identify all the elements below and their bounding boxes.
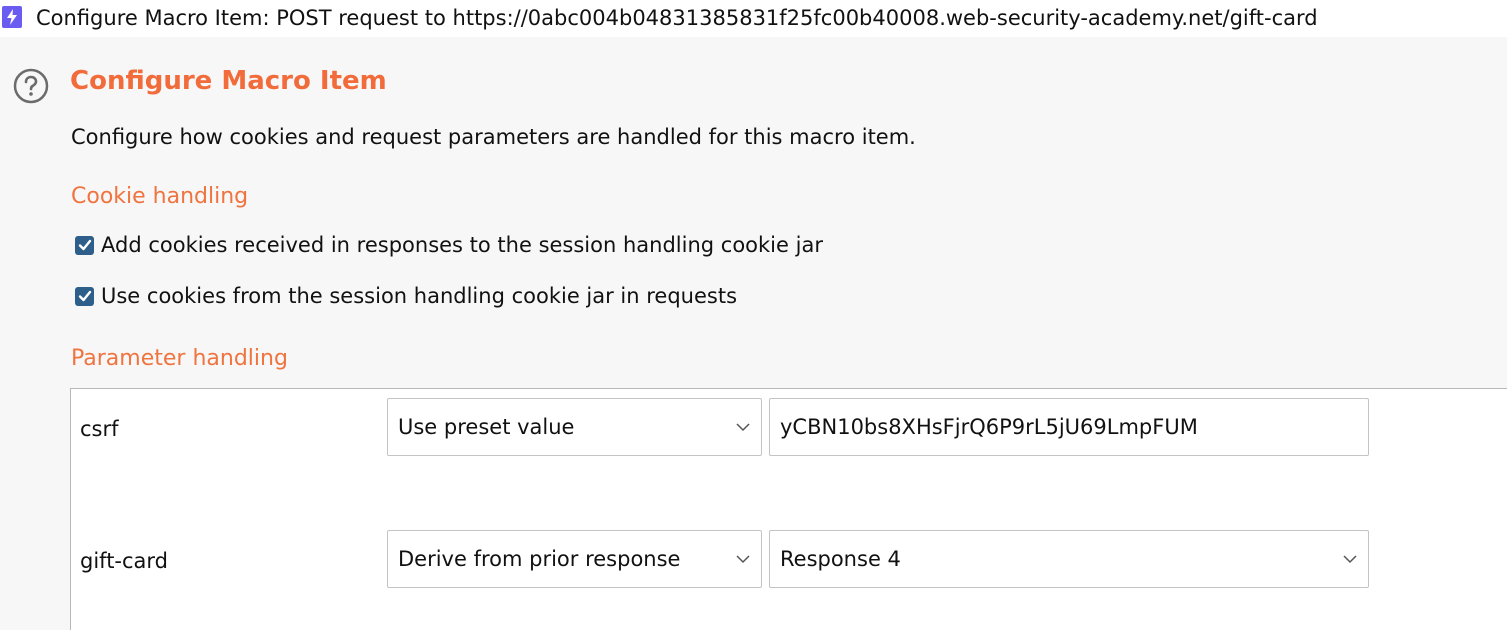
help-icon[interactable] [13, 68, 49, 104]
page-title: Configure Macro Item [70, 66, 387, 96]
checkmark-icon [78, 239, 91, 251]
chevron-down-icon [1343, 555, 1357, 564]
window-titlebar: Configure Macro Item: POST request to ht… [0, 0, 1507, 37]
gift-card-mode-select[interactable]: Derive from prior response [387, 530, 762, 588]
parameter-handling-title: Parameter handling [71, 346, 288, 371]
add-cookies-option[interactable]: Add cookies received in responses to the… [75, 230, 823, 260]
chevron-down-icon [736, 423, 750, 432]
use-cookies-option[interactable]: Use cookies from the session handling co… [75, 281, 737, 311]
gift-card-mode-value: Derive from prior response [398, 547, 681, 571]
cookie-handling-title: Cookie handling [71, 184, 249, 209]
window-title: Configure Macro Item: POST request to ht… [36, 6, 1318, 30]
checkmark-icon [78, 290, 91, 302]
csrf-mode-select[interactable]: Use preset value [387, 398, 762, 456]
csrf-value-input[interactable] [769, 398, 1369, 456]
gift-card-response-select[interactable]: Response 4 [769, 530, 1369, 588]
burp-lightning-icon [2, 6, 22, 28]
use-cookies-checkbox[interactable] [75, 286, 94, 306]
param-name-gift-card: gift-card [80, 549, 169, 573]
gift-card-response-value: Response 4 [780, 547, 901, 571]
use-cookies-label: Use cookies from the session handling co… [101, 284, 738, 308]
parameter-table: csrf Use preset value gift-card Derive f… [70, 388, 1507, 630]
csrf-mode-value: Use preset value [398, 415, 575, 439]
add-cookies-label: Add cookies received in responses to the… [101, 233, 823, 257]
page-description: Configure how cookies and request parame… [71, 125, 916, 149]
param-name-csrf: csrf [80, 417, 119, 441]
add-cookies-checkbox[interactable] [75, 235, 94, 255]
chevron-down-icon [736, 555, 750, 564]
